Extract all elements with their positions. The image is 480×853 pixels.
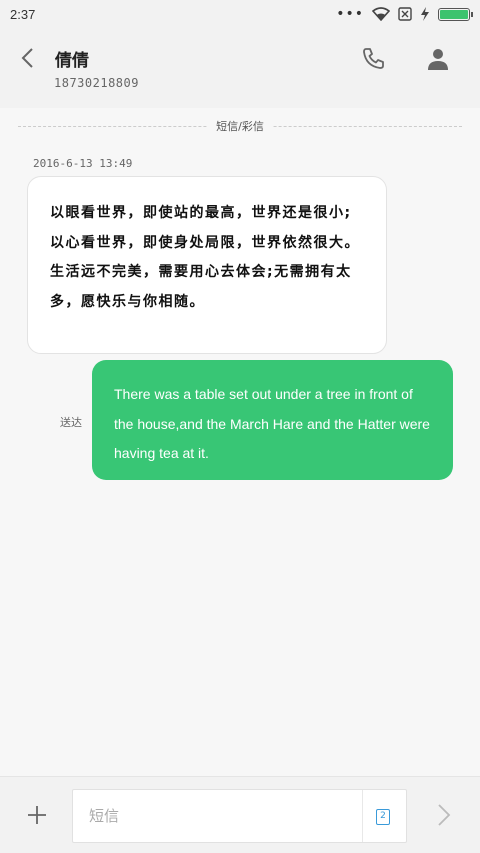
back-button[interactable]	[14, 44, 42, 72]
message-input[interactable]	[73, 790, 363, 842]
more-dots-icon: •••	[336, 6, 364, 22]
sim-x-icon	[398, 7, 412, 21]
send-button[interactable]	[434, 802, 454, 828]
charging-icon	[421, 7, 429, 21]
battery-icon	[438, 7, 473, 21]
chevron-right-icon	[438, 804, 451, 826]
status-bar: 2:37 •••	[0, 0, 480, 28]
person-icon	[428, 49, 448, 70]
wifi-icon	[372, 7, 390, 21]
message-timestamp: 2016-6-13 13:49	[33, 157, 133, 170]
contact-name: 倩倩	[55, 51, 89, 71]
status-time: 2:37	[10, 6, 36, 22]
status-icons: •••	[336, 6, 473, 22]
compose-bar: 2	[0, 776, 480, 853]
battery-level	[440, 9, 468, 19]
contact-number: 18730218809	[54, 76, 139, 90]
phone-icon	[363, 48, 384, 69]
outgoing-message-text: There was a table set out under a tree i…	[114, 386, 430, 461]
plus-icon	[28, 806, 46, 824]
incoming-message-text: 以眼看世界，即使站的最高，世界还是很小;以心看世界，即使身处局限，世界依然很大。…	[50, 205, 360, 310]
message-mode-label: 短信/彩信	[0, 118, 480, 138]
delivery-status: 送达	[60, 416, 82, 429]
incoming-message-bubble[interactable]: 以眼看世界，即使站的最高，世界还是很小;以心看世界，即使身处局限，世界依然很大。…	[27, 176, 387, 354]
compose-box: 2	[72, 789, 407, 843]
sim-divider	[362, 790, 363, 842]
add-attachment-button[interactable]	[22, 800, 52, 830]
conversation-header: 倩倩 18730218809	[0, 28, 480, 108]
call-button[interactable]	[360, 46, 386, 72]
sim-select-button[interactable]: 2	[376, 809, 390, 825]
chevron-left-icon	[21, 48, 33, 68]
mode-label-text: 短信/彩信	[208, 120, 272, 133]
outgoing-message-bubble[interactable]: There was a table set out under a tree i…	[92, 360, 453, 480]
contact-profile-button[interactable]	[425, 46, 451, 72]
